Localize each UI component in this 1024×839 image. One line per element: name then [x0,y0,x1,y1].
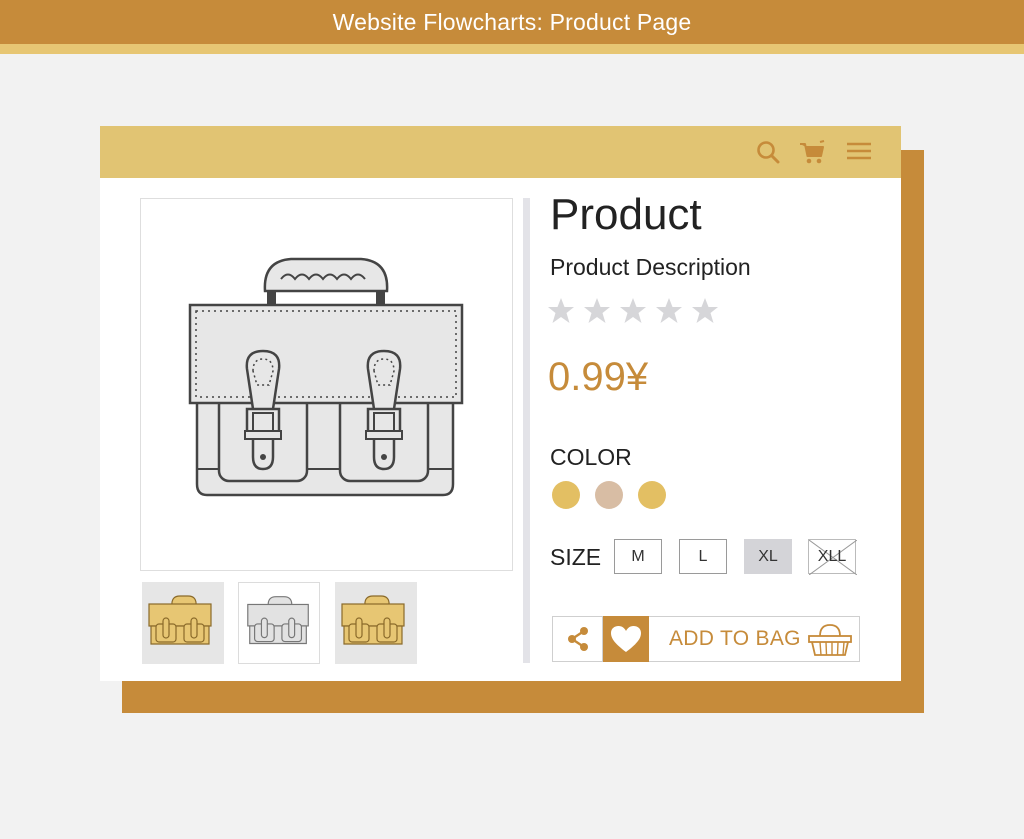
search-icon[interactable] [754,138,782,166]
add-to-bag-button[interactable]: ADD TO BAG [649,617,859,661]
bag-thumbnail-image [148,595,212,645]
thumbnail-gray-selected[interactable] [238,582,320,664]
share-button[interactable] [553,617,603,661]
banner-stripe [0,44,1024,54]
banner-title: Website Flowcharts: Product Page [332,8,692,35]
star-icon [620,298,646,323]
favorite-button[interactable] [603,616,649,662]
size-option-l[interactable]: L [679,539,727,574]
product-main-image [140,198,513,571]
basket-icon [808,624,852,656]
size-option-label: L [698,547,708,565]
color-label: COLOR [550,444,632,470]
color-swatch-1[interactable] [552,481,580,509]
size-option-m[interactable]: M [614,539,662,574]
bag-thumbnail-image [341,595,405,645]
cart-icon[interactable] [798,138,826,166]
star-icon [584,298,610,323]
size-option-label: M [631,547,645,565]
satchel-bag-image [188,257,464,497]
page-banner: Website Flowcharts: Product Page [0,0,1024,44]
bag-thumbnail-image [247,596,309,645]
star-icon [548,298,574,323]
size-label: SIZE [550,544,602,570]
rating-stars[interactable] [546,296,726,326]
product-description: Product Description [550,254,751,280]
size-option-xll[interactable]: XLL [808,539,857,575]
star-icon [692,298,718,323]
color-swatch-3[interactable] [638,481,666,509]
size-option-xl[interactable]: XL [744,539,792,574]
thumbnail-yellow-1[interactable] [142,582,224,664]
star-icon [656,298,682,323]
add-to-bag-label: ADD TO BAG [669,627,801,650]
heart-icon [611,626,641,652]
size-option-label: XLL [817,547,847,565]
thumbnail-yellow-2[interactable] [335,582,417,664]
menu-icon[interactable] [845,138,873,166]
product-title: Product [550,190,702,239]
share-icon [567,627,588,651]
action-bar: ADD TO BAG [552,616,860,662]
product-price: 0.99¥ [548,355,649,399]
color-swatch-2[interactable] [595,481,623,509]
product-card: Product Product Description 0.99¥ COLOR … [100,126,901,681]
column-divider [523,198,530,663]
card-header [100,126,901,178]
size-option-label: XL [758,547,778,565]
